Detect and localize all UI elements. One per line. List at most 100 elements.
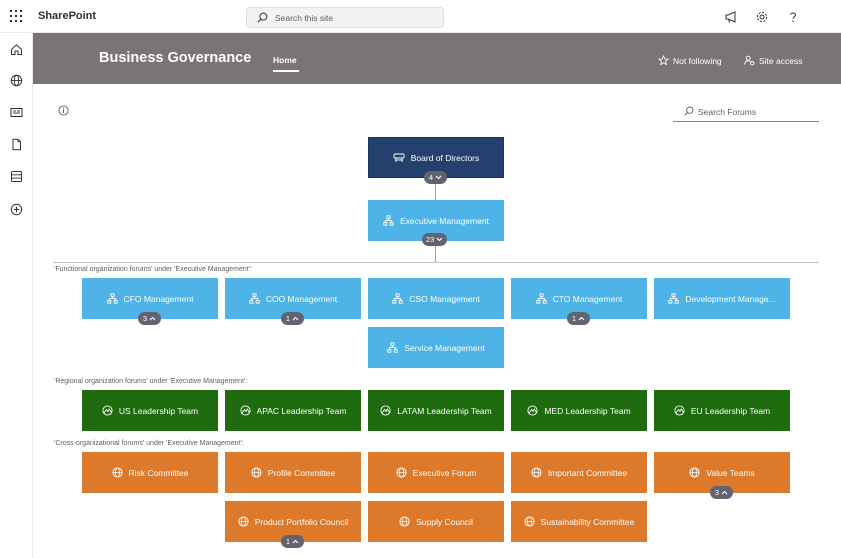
region-icon	[380, 405, 391, 416]
nav-active-indicator	[273, 70, 299, 72]
forum-card-service-management[interactable]: Service Management	[368, 327, 504, 368]
forum-card-label: Supply Council	[416, 516, 473, 527]
search-icon	[684, 106, 694, 116]
forum-card-label: Important Committee	[547, 467, 628, 478]
megaphone-icon[interactable]	[724, 10, 738, 24]
expand-badge-executive[interactable]: 23	[422, 233, 448, 246]
group-heading-functional: 'Functional organization forums' under '…	[54, 266, 252, 273]
forum-card-development-management[interactable]: Development Manage...	[654, 278, 790, 319]
globe-icon	[111, 467, 123, 478]
org-chart-icon	[387, 342, 398, 353]
globe-icon[interactable]	[10, 74, 23, 87]
app-name[interactable]: SharePoint	[38, 10, 96, 22]
org-chart-icon	[249, 293, 260, 304]
forum-card-eu-leadership-team[interactable]: EU Leadership Team	[654, 390, 790, 431]
list-icon[interactable]	[10, 170, 23, 183]
left-app-rail	[0, 33, 33, 558]
forum-search-input[interactable]	[698, 105, 816, 118]
chevron-up-icon	[149, 316, 156, 321]
org-chart-icon	[106, 293, 118, 304]
forum-card-label: CSO Management	[409, 293, 480, 304]
forum-card-executive-forum[interactable]: Executive Forum	[368, 452, 504, 493]
group-heading-regional: 'Regional organization forums' under 'Ex…	[54, 378, 248, 385]
people-settings-icon	[744, 55, 755, 66]
expand-badge-cto[interactable]: 1	[567, 312, 590, 325]
help-icon[interactable]	[786, 10, 800, 24]
chevron-up-icon	[578, 316, 585, 321]
globe-icon	[531, 467, 542, 478]
site-access-button[interactable]: Site access	[744, 55, 802, 66]
gear-icon[interactable]	[755, 10, 769, 24]
forum-card-label: Executive Forum	[412, 467, 477, 478]
forum-card-apac-leadership-team[interactable]: APAC Leadership Team	[225, 390, 361, 431]
forum-card-label: Profile Committee	[267, 467, 336, 478]
star-icon	[658, 55, 669, 66]
region-icon	[674, 405, 685, 416]
forum-card-important-committee[interactable]: Important Committee	[511, 452, 647, 493]
expand-badge-coo[interactable]: 1	[281, 312, 304, 325]
org-chart-icon	[383, 215, 394, 226]
chevron-up-icon	[292, 316, 299, 321]
group-heading-cross: 'Cross-organizational forums' under 'Exe…	[54, 440, 244, 447]
org-chart-icon	[668, 293, 680, 304]
forum-search-box[interactable]	[673, 103, 819, 122]
site-title[interactable]: Business Governance	[99, 50, 251, 66]
org-chart-icon	[392, 293, 403, 304]
region-icon	[527, 405, 538, 416]
expand-badge-value-teams[interactable]: 3	[710, 486, 733, 499]
chevron-up-icon	[292, 539, 299, 544]
globe-icon	[251, 467, 262, 478]
search-icon	[257, 12, 268, 23]
forum-card-supply-council[interactable]: Supply Council	[368, 501, 504, 542]
site-search-input[interactable]	[275, 11, 435, 25]
forum-card-label: APAC Leadership Team	[256, 405, 347, 416]
home-icon[interactable]	[10, 43, 23, 56]
app-launcher-icon[interactable]	[10, 10, 22, 22]
forum-card-label: CTO Management	[552, 293, 623, 304]
forum-card-label: Risk Committee	[128, 467, 189, 478]
expand-badge-board[interactable]: 4	[424, 171, 447, 184]
forum-card-label: COO Management	[265, 293, 338, 304]
expand-badge-cfo[interactable]: 3	[138, 312, 161, 325]
forum-card-label: US Leadership Team	[118, 405, 199, 416]
forum-card-profile-committee[interactable]: Profile Committee	[225, 452, 361, 493]
forum-card-label: LATAM Leadership Team	[397, 405, 492, 416]
document-icon[interactable]	[10, 138, 23, 151]
news-icon[interactable]	[10, 106, 23, 119]
site-access-label: Site access	[759, 55, 803, 66]
chevron-up-icon	[721, 490, 728, 495]
region-icon	[102, 405, 113, 416]
suite-bar: SharePoint	[0, 0, 841, 33]
chevron-down-icon	[435, 175, 442, 180]
org-chart-icon	[535, 293, 547, 304]
forum-card-med-leadership-team[interactable]: MED Leadership Team	[511, 390, 647, 431]
globe-icon	[524, 516, 535, 527]
forum-card-label: Product Portfolio Council	[254, 516, 349, 527]
site-search-box[interactable]	[246, 7, 444, 28]
forum-card-label: EU Leadership Team	[690, 405, 771, 416]
nav-home-link[interactable]: Home	[273, 55, 297, 65]
forum-card-label: Service Management	[404, 342, 485, 353]
region-icon	[239, 405, 251, 416]
globe-icon	[396, 467, 407, 478]
forum-card-label: CFO Management	[123, 293, 194, 304]
forum-card-risk-committee[interactable]: Risk Committee	[82, 452, 218, 493]
forum-card-us-leadership-team[interactable]: US Leadership Team	[82, 390, 218, 431]
forum-card-label: Board of Directors	[410, 152, 480, 163]
level-separator	[53, 262, 819, 263]
forum-card-sustainability-committee[interactable]: Sustainability Committee	[511, 501, 647, 542]
boardroom-icon	[393, 153, 405, 162]
forum-card-latam-leadership-team[interactable]: LATAM Leadership Team	[368, 390, 504, 431]
forum-card-label: Development Manage...	[685, 293, 776, 304]
follow-label: Not following	[673, 55, 722, 66]
forum-card-label: Sustainability Committee	[540, 516, 635, 527]
globe-icon	[399, 516, 410, 527]
expand-badge-product-portfolio[interactable]: 1	[281, 535, 304, 548]
follow-button[interactable]: Not following	[658, 55, 722, 66]
add-icon[interactable]	[10, 203, 23, 216]
site-header: Business Governance Home Not following S…	[33, 33, 841, 84]
forum-card-cso-management[interactable]: CSO Management	[368, 278, 504, 319]
info-icon[interactable]	[58, 105, 69, 116]
globe-icon	[238, 516, 249, 527]
globe-icon	[689, 467, 700, 478]
